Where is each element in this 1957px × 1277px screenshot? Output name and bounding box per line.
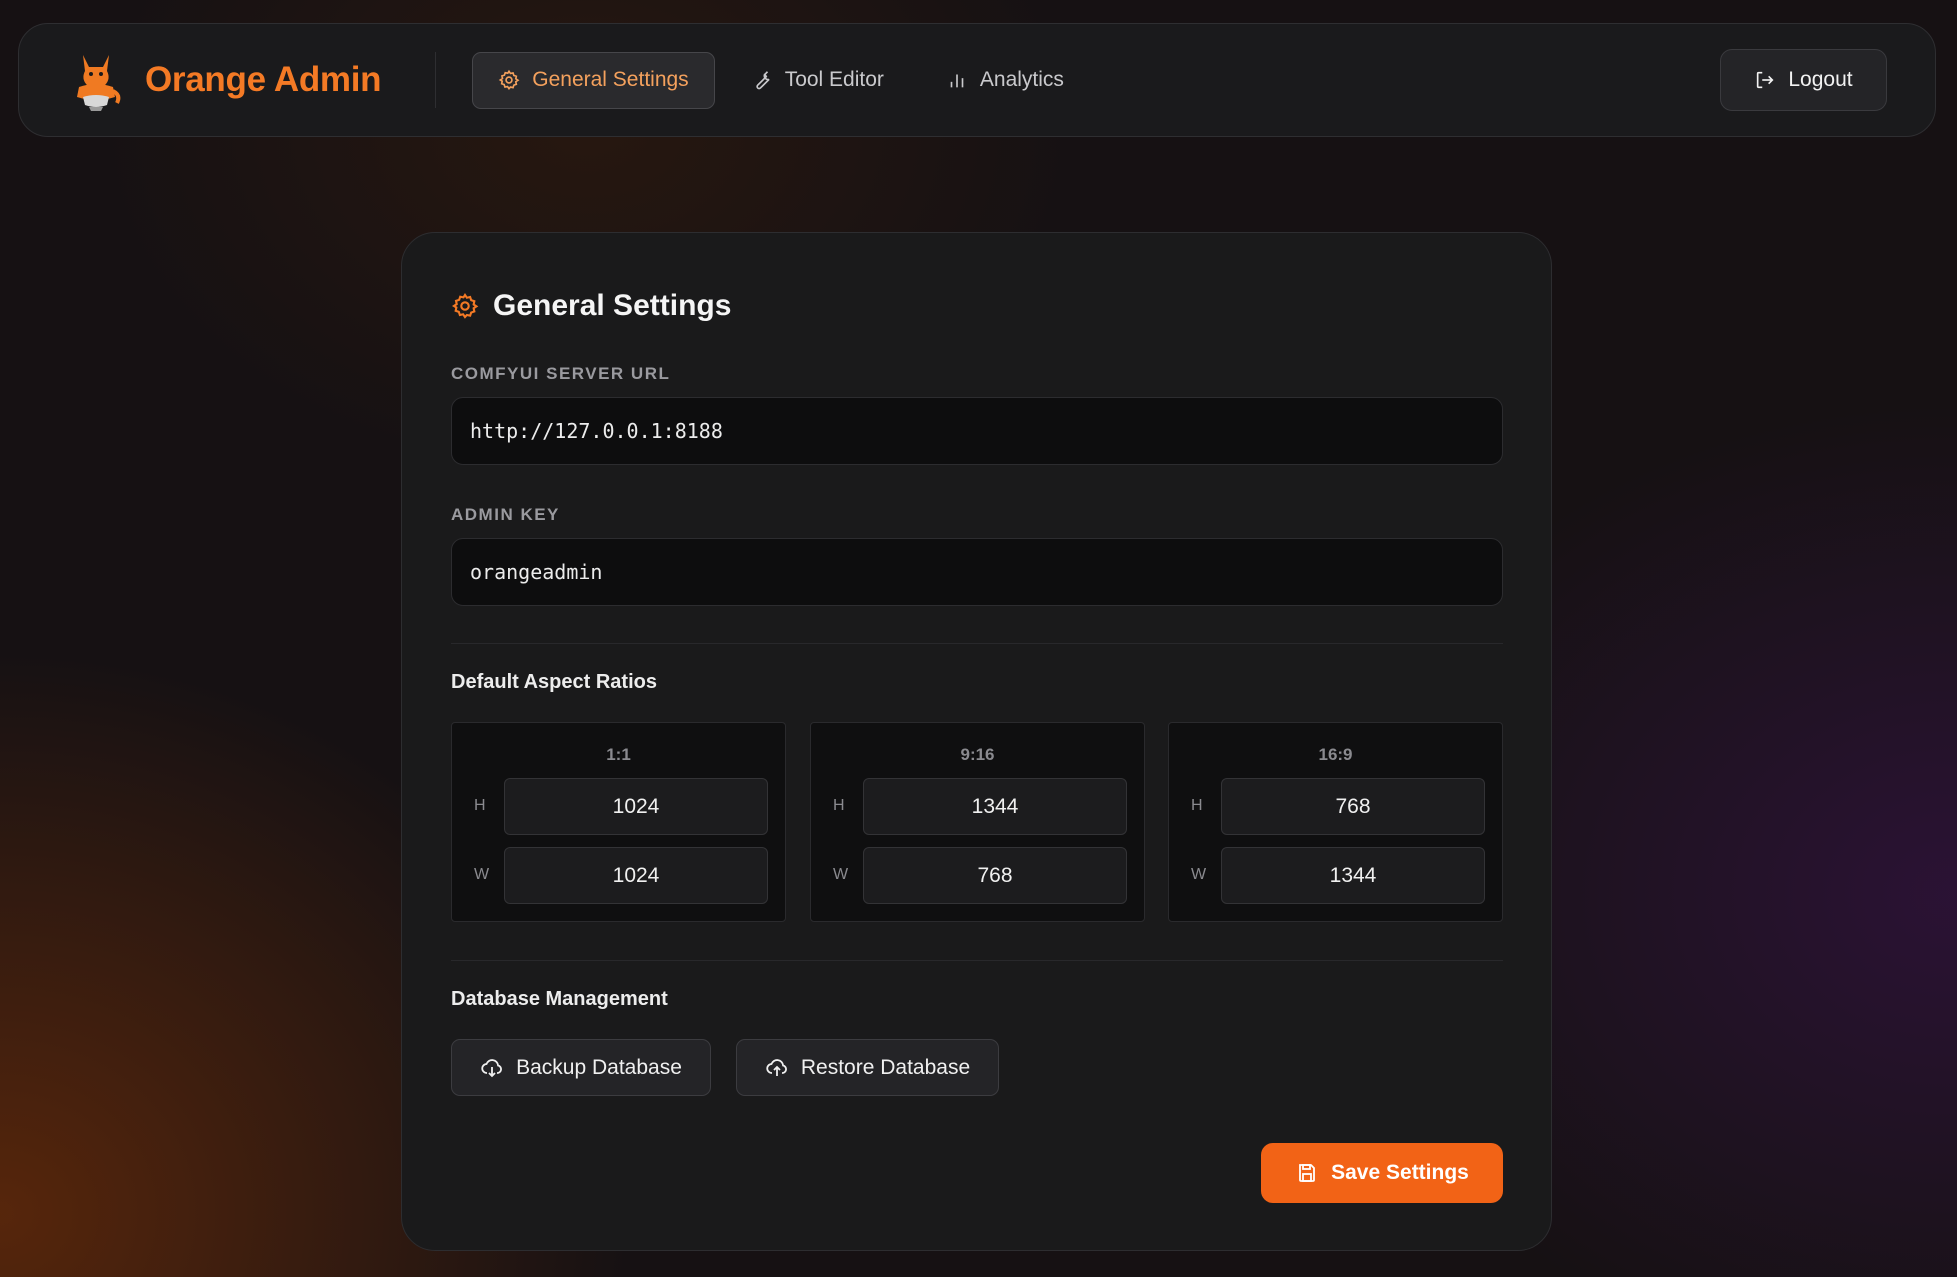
admin-key-input[interactable] (451, 538, 1503, 606)
section-divider (451, 960, 1503, 961)
tab-general-settings[interactable]: General Settings (472, 51, 715, 109)
tab-tool-editor[interactable]: Tool Editor (725, 52, 910, 109)
aspect-ratios-title: Default Aspect Ratios (451, 671, 657, 693)
fox-logo-icon (77, 55, 121, 111)
logout-icon (1757, 71, 1774, 89)
general-settings-card: General Settings COMFYUI SERVER URL ADMI… (401, 232, 1552, 1251)
backup-database-button[interactable]: Backup Database (451, 1039, 711, 1096)
bar-chart-icon (950, 74, 964, 88)
height-label: H (1191, 797, 1203, 814)
save-disk-icon (1299, 1164, 1316, 1182)
width-label: W (474, 866, 490, 883)
brand-title: Orange Admin (145, 60, 382, 99)
cloud-download-icon (481, 1058, 503, 1077)
aspect-ratios-grid: 1:1 H W 9:16 H W 16:9 H W (451, 722, 1503, 922)
ratio-name: 1:1 (606, 745, 631, 764)
database-management-title: Database Management (451, 988, 668, 1010)
restore-database-button[interactable]: Restore Database (736, 1039, 999, 1096)
logout-button[interactable]: Logout (1720, 49, 1887, 111)
height-input[interactable] (504, 778, 768, 835)
width-input[interactable] (504, 847, 768, 904)
logout-label: Logout (1788, 68, 1853, 91)
ratio-card-9-16: 9:16 H W (810, 722, 1145, 922)
brand[interactable]: Orange Admin (69, 47, 382, 113)
admin-key-label: ADMIN KEY (451, 505, 560, 524)
height-label: H (833, 797, 845, 814)
ratio-card-1-1: 1:1 H W (451, 722, 786, 922)
main-nav: General Settings Tool Editor Analytics (472, 51, 1100, 109)
server-url-input[interactable] (451, 397, 1503, 465)
width-input[interactable] (1221, 847, 1485, 904)
ratio-name: 16:9 (1318, 745, 1353, 764)
wrench-icon (756, 71, 770, 90)
height-input[interactable] (863, 778, 1127, 835)
save-settings-button[interactable]: Save Settings (1261, 1143, 1503, 1203)
tab-general-settings-label: General Settings (532, 68, 689, 91)
height-input[interactable] (1221, 778, 1485, 835)
width-label: W (833, 866, 849, 883)
ratio-name: 9:16 (960, 745, 995, 764)
tab-analytics[interactable]: Analytics (920, 52, 1090, 109)
gear-icon (499, 69, 520, 91)
tab-tool-editor-label: Tool Editor (784, 68, 884, 91)
ratio-card-16-9: 16:9 H W (1168, 722, 1503, 922)
card-header: General Settings (451, 289, 731, 323)
tab-analytics-label: Analytics (979, 68, 1064, 91)
cloud-upload-icon (766, 1058, 787, 1076)
section-divider (451, 643, 1503, 644)
brand-divider (435, 52, 437, 108)
width-input[interactable] (863, 847, 1127, 904)
height-label: H (474, 797, 486, 814)
save-settings-label: Save Settings (1331, 1161, 1469, 1184)
page-title: General Settings (493, 289, 732, 322)
gear-icon (451, 292, 479, 319)
top-navigation-bar: Orange Admin General Settings Tool Edito… (18, 23, 1936, 137)
restore-database-label: Restore Database (800, 1055, 971, 1079)
width-label: W (1191, 866, 1207, 883)
backup-database-label: Backup Database (516, 1055, 682, 1079)
server-url-label: COMFYUI SERVER URL (451, 364, 671, 383)
